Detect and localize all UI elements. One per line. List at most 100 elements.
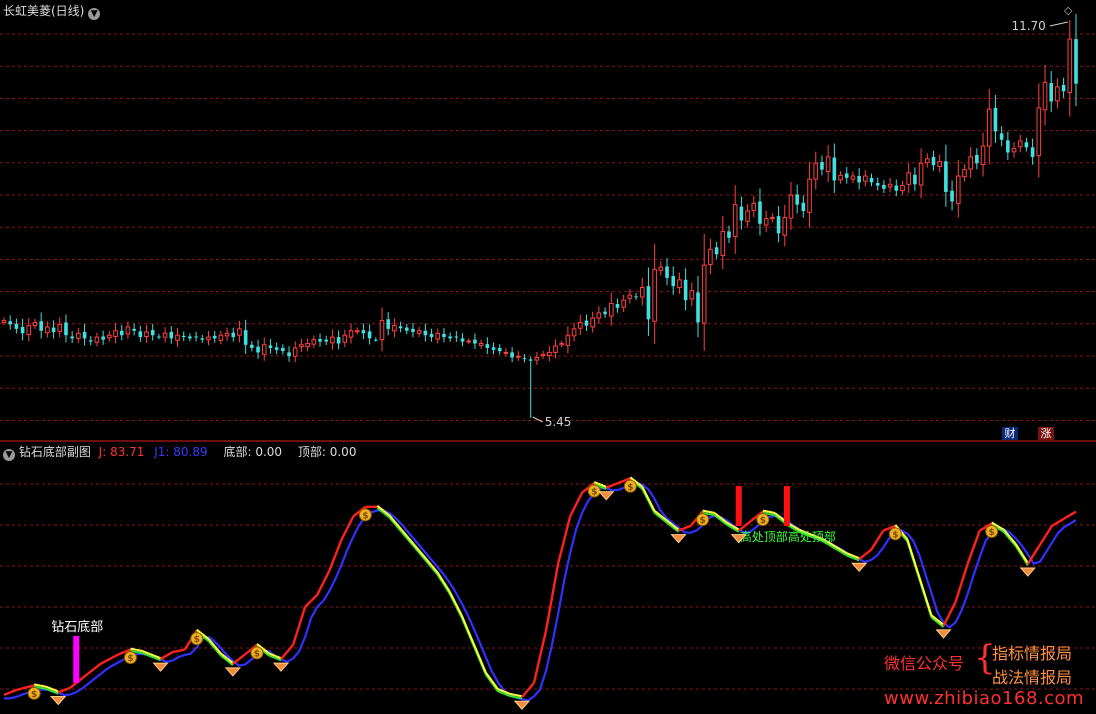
candle-body bbox=[379, 320, 385, 341]
j-line-segment bbox=[165, 650, 174, 657]
candle-body bbox=[1067, 38, 1073, 94]
candle-body bbox=[522, 358, 527, 360]
candle-body bbox=[218, 334, 224, 341]
candle-body bbox=[1011, 148, 1017, 153]
j-line-segment-yellow bbox=[460, 614, 469, 630]
candle-body bbox=[299, 344, 304, 348]
j-line-segment-yellow bbox=[509, 692, 517, 697]
candle-body bbox=[838, 174, 843, 181]
j-line-segment bbox=[93, 662, 102, 670]
chart-canvas: 11.70 5.45 钻石底部 高处顶部 高处顶部 $ $ $ $ $ $ $ $ $ $ $ bbox=[0, 13, 1096, 710]
j-line-segment bbox=[575, 492, 584, 506]
j-line-segment bbox=[340, 527, 349, 541]
j-line-segment bbox=[689, 517, 698, 527]
j-line-segment bbox=[960, 563, 969, 584]
candle-body bbox=[776, 216, 781, 234]
candle-body bbox=[212, 335, 217, 339]
j-line-segment bbox=[172, 649, 179, 654]
candle-body bbox=[639, 286, 645, 298]
j-line-segment bbox=[322, 570, 331, 584]
top-value: 顶部: 0.00 bbox=[297, 445, 357, 459]
money-bag-symbol: $ bbox=[989, 528, 995, 538]
candle-body bbox=[918, 162, 924, 186]
candle-body bbox=[200, 338, 205, 340]
candle-body bbox=[188, 336, 192, 339]
candle-body bbox=[993, 107, 998, 132]
j-line-segment bbox=[159, 654, 168, 661]
candle-body bbox=[944, 161, 948, 192]
j-line-segment bbox=[178, 648, 185, 653]
high-top-bar bbox=[783, 486, 790, 526]
candle-body bbox=[559, 342, 564, 346]
j-line-segment bbox=[3, 691, 11, 696]
j-line-segment bbox=[605, 484, 613, 489]
j-line-segment-yellow bbox=[466, 629, 475, 645]
candle-body bbox=[950, 190, 954, 202]
diamond-marker bbox=[224, 667, 241, 677]
high-price-label: 11.70 bbox=[1011, 19, 1045, 33]
j-line-segment-yellow bbox=[515, 694, 523, 698]
candle-body bbox=[448, 336, 452, 339]
candle-body bbox=[727, 231, 731, 238]
j-line-segment bbox=[87, 667, 96, 675]
candle-body bbox=[125, 326, 131, 335]
diamond-marker bbox=[670, 534, 687, 544]
chevron-down-icon[interactable]: ▼ bbox=[88, 8, 101, 20]
candle-body bbox=[975, 155, 979, 164]
candle-body bbox=[94, 336, 100, 343]
candle-body bbox=[540, 353, 546, 357]
bottom-value: 底部: 0.00 bbox=[223, 445, 283, 459]
j-line-segment-green bbox=[708, 513, 715, 517]
candle-body bbox=[751, 202, 757, 211]
candle-body bbox=[237, 328, 242, 336]
candle-body bbox=[658, 266, 664, 271]
j-line-segment-yellow bbox=[768, 510, 776, 514]
j-line-segment-yellow bbox=[472, 643, 481, 659]
chevron-down-icon[interactable]: ▼ bbox=[3, 449, 15, 461]
j-line-segment bbox=[550, 563, 560, 598]
j-line-segment bbox=[57, 688, 65, 694]
j-line-segment bbox=[979, 526, 987, 532]
candle-body bbox=[894, 185, 899, 191]
j-line-segment bbox=[352, 510, 361, 518]
candle-body bbox=[429, 333, 434, 338]
j-line-segment bbox=[291, 625, 301, 646]
candle-body bbox=[788, 194, 794, 219]
high-top-bar bbox=[735, 486, 742, 526]
j-line-segment bbox=[544, 597, 554, 631]
j-line-segment bbox=[617, 479, 625, 485]
j1-value: J1: 80.89 bbox=[154, 445, 208, 459]
rise-badge[interactable]: 涨 bbox=[1038, 427, 1054, 440]
candle-body bbox=[256, 346, 260, 353]
j-line-segment-green bbox=[39, 686, 47, 690]
j-line-segment bbox=[280, 651, 288, 660]
candle-body bbox=[584, 320, 589, 326]
candle-body bbox=[634, 296, 638, 298]
j-line-segment bbox=[21, 685, 29, 690]
candle-body bbox=[832, 157, 837, 181]
j-line-segment bbox=[581, 486, 589, 494]
candle-body bbox=[466, 340, 472, 343]
j-line-segment-yellow bbox=[39, 684, 47, 688]
candle-body bbox=[720, 230, 726, 257]
money-bag-symbol: $ bbox=[127, 654, 133, 664]
j-line-segment bbox=[684, 524, 692, 530]
j-line-segment bbox=[870, 539, 879, 551]
candle-body bbox=[497, 347, 502, 352]
j-line-segment bbox=[69, 682, 78, 689]
candle-body bbox=[8, 321, 12, 325]
money-bag-symbol: $ bbox=[627, 483, 633, 493]
candle-body bbox=[367, 331, 372, 339]
j-line-segment bbox=[334, 539, 343, 557]
diamond-bottom-bar bbox=[73, 636, 80, 683]
candle-body bbox=[26, 325, 32, 336]
candle-body bbox=[875, 183, 880, 186]
finance-badge[interactable]: 财 bbox=[1002, 427, 1018, 440]
settings-diamond-icon[interactable]: ◇ bbox=[1064, 4, 1072, 17]
candle-body bbox=[813, 162, 819, 180]
j-line-segment bbox=[328, 555, 337, 572]
candle-body bbox=[206, 336, 211, 341]
candle-body bbox=[20, 326, 25, 334]
candle-body bbox=[373, 339, 378, 341]
money-bag-symbol: $ bbox=[362, 511, 368, 521]
